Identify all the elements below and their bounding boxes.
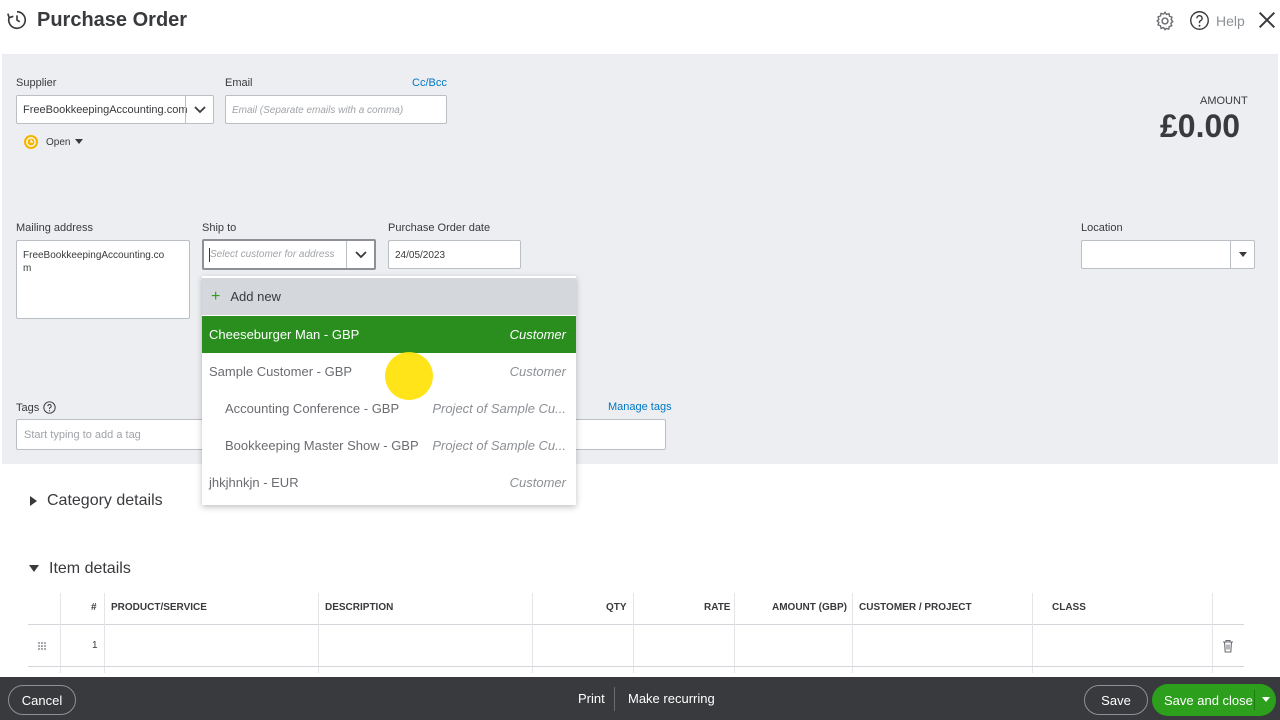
email-label: Email — [225, 77, 253, 89]
save-button[interactable]: Save — [1084, 685, 1148, 715]
save-and-close-button[interactable]: Save and close — [1152, 684, 1276, 716]
option-type: Customer — [509, 364, 566, 379]
chevron-down-icon — [354, 250, 367, 258]
table-row[interactable]: 1 — [28, 626, 1244, 666]
item-details-label: Item details — [49, 560, 131, 577]
po-date-value: 24/05/2023 — [395, 250, 446, 261]
footer-bar: Cancel Print Make recurring Save Save an… — [0, 677, 1280, 720]
option-type: Project of Sample Cu... — [432, 438, 566, 453]
supplier-select[interactable]: FreeBookkeepingAccounting.com — [16, 95, 214, 124]
ship-to-dropdown-toggle[interactable] — [346, 241, 374, 268]
make-recurring-button[interactable]: Make recurring — [628, 691, 715, 706]
amount-value: £0.00 — [1160, 108, 1241, 144]
status-clock-icon — [24, 135, 38, 149]
ship-to-select[interactable]: Select customer for address — [202, 239, 376, 270]
add-new-option[interactable]: + Add new — [202, 278, 576, 315]
footer-divider — [614, 687, 615, 711]
dropdown-option[interactable]: Cheeseburger Man - GBP Customer — [202, 316, 576, 353]
cancel-button[interactable]: Cancel — [8, 685, 76, 715]
caret-down-icon — [75, 139, 84, 144]
dropdown-option[interactable]: Bookkeeping Master Show - GBP Project of… — [202, 427, 576, 464]
option-name: Bookkeeping Master Show - GBP — [225, 438, 419, 453]
col-header-rate: RATE — [704, 602, 731, 613]
plus-icon: + — [211, 287, 221, 305]
caret-down-icon — [29, 565, 39, 573]
option-name: Cheeseburger Man - GBP — [209, 327, 360, 342]
email-placeholder: Email (Separate emails with a comma) — [232, 105, 404, 116]
ship-to-placeholder: Select customer for address — [210, 249, 335, 260]
manage-tags-link[interactable]: Manage tags — [608, 401, 672, 413]
item-table-header: # PRODUCT/SERVICE DESCRIPTION QTY RATE A… — [28, 593, 1244, 625]
row-divider — [28, 666, 1244, 667]
supplier-dropdown-toggle[interactable] — [185, 96, 213, 123]
drag-handle-icon[interactable] — [37, 641, 47, 651]
supplier-label: Supplier — [16, 77, 57, 89]
chevron-down-icon — [193, 105, 206, 113]
save-and-close-label: Save and close — [1164, 693, 1253, 708]
status-badge[interactable]: Open — [23, 134, 84, 150]
add-new-label: Add new — [230, 289, 281, 304]
help-link[interactable]: Help — [1216, 13, 1245, 29]
row-number: 1 — [92, 640, 98, 651]
ship-to-label: Ship to — [202, 222, 237, 234]
page-header: Purchase Order Help — [0, 0, 1280, 54]
supplier-value: FreeBookkeepingAccounting.com — [23, 104, 187, 116]
col-header-class: CLASS — [1052, 602, 1086, 613]
col-header-num: # — [91, 602, 97, 613]
po-date-field[interactable]: 24/05/2023 — [388, 240, 521, 269]
category-details-label: Category details — [47, 492, 163, 509]
info-icon[interactable] — [43, 401, 56, 414]
cursor-highlight — [385, 352, 433, 400]
tags-placeholder: Start typing to add a tag — [24, 429, 141, 441]
option-type: Customer — [509, 475, 566, 490]
status-value: Open — [46, 136, 71, 148]
trash-icon[interactable] — [1222, 639, 1234, 653]
mailing-address-field[interactable]: FreeBookkeepingAccounting.co m — [16, 240, 190, 319]
gear-icon[interactable] — [1154, 10, 1176, 32]
cc-bcc-link[interactable]: Cc/Bcc — [412, 77, 447, 89]
po-date-label: Purchase Order date — [388, 222, 491, 234]
option-name: jhkjhnkjn - EUR — [209, 475, 299, 490]
print-button[interactable]: Print — [578, 691, 605, 706]
option-type: Project of Sample Cu... — [432, 401, 566, 416]
tags-label-group: Tags — [16, 401, 56, 414]
col-header-qty: QTY — [606, 602, 627, 613]
col-header-product: PRODUCT/SERVICE — [111, 602, 207, 613]
page-title: Purchase Order — [37, 9, 188, 31]
location-select[interactable] — [1081, 240, 1255, 269]
close-icon[interactable] — [1256, 9, 1278, 31]
option-name: Accounting Conference - GBP — [225, 401, 400, 416]
dropdown-option[interactable]: Accounting Conference - GBP Project of S… — [202, 390, 576, 427]
caret-down-icon[interactable] — [1262, 697, 1270, 703]
email-field[interactable]: Email (Separate emails with a comma) — [225, 95, 447, 124]
col-header-description: DESCRIPTION — [325, 602, 394, 613]
location-label: Location — [1081, 222, 1123, 234]
help-icon[interactable] — [1189, 10, 1210, 31]
category-details-toggle[interactable]: Category details — [30, 492, 163, 510]
split-divider — [1254, 690, 1255, 710]
option-type: Customer — [509, 327, 566, 342]
caret-down-icon — [1238, 251, 1247, 257]
tags-label: Tags — [16, 401, 40, 414]
location-dropdown-toggle[interactable] — [1230, 241, 1254, 268]
caret-right-icon — [30, 495, 37, 506]
mailing-address-label: Mailing address — [16, 222, 94, 234]
dropdown-option[interactable]: jhkjhnkjn - EUR Customer — [202, 464, 576, 501]
item-details-toggle[interactable]: Item details — [29, 560, 131, 578]
col-header-customer-project: CUSTOMER / PROJECT — [859, 602, 972, 613]
option-name: Sample Customer - GBP — [209, 364, 353, 379]
recent-history-icon[interactable] — [6, 9, 28, 31]
mailing-address-value: FreeBookkeepingAccounting.co m — [23, 250, 165, 274]
col-header-amount: AMOUNT (GBP) — [772, 602, 847, 613]
amount-label: AMOUNT — [1200, 95, 1248, 107]
